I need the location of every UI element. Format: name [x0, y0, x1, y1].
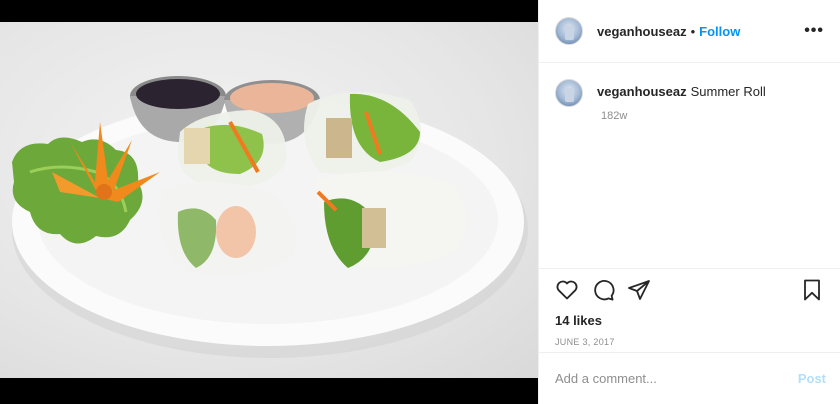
follow-button[interactable]: Follow — [699, 24, 740, 39]
separator-dot: • — [690, 23, 696, 39]
post-photo[interactable] — [0, 22, 538, 378]
comment-bubble-icon[interactable] — [591, 278, 615, 307]
bookmark-icon[interactable] — [800, 278, 824, 307]
caption-section: veganhouseaz Summer Roll 182w — [539, 63, 840, 269]
avatar[interactable] — [555, 17, 583, 45]
comment-bar: Post — [539, 353, 840, 403]
caption-row: veganhouseaz Summer Roll — [555, 79, 824, 107]
post-date: JUNE 3, 2017 — [555, 337, 615, 347]
caption-text: veganhouseaz Summer Roll — [597, 83, 766, 101]
heart-icon[interactable] — [555, 278, 579, 307]
caption-avatar[interactable] — [555, 79, 583, 107]
caption-body: Summer Roll — [690, 84, 766, 99]
post-side-panel: veganhouseaz • Follow ••• veganhouseaz Su… — [538, 0, 840, 404]
paper-plane-icon[interactable] — [627, 278, 651, 307]
actions-section: 14 likes JUNE 3, 2017 — [539, 269, 840, 353]
caption-username-link[interactable]: veganhouseaz — [597, 84, 687, 99]
post-header: veganhouseaz • Follow ••• — [539, 0, 840, 63]
comment-input[interactable] — [555, 370, 798, 386]
summer-roll-photo — [12, 76, 528, 358]
post-comment-button[interactable]: Post — [798, 371, 826, 386]
post-age: 182w — [601, 110, 628, 122]
action-icons — [555, 279, 824, 305]
more-options-icon[interactable]: ••• — [804, 22, 824, 40]
username-link[interactable]: veganhouseaz — [597, 24, 687, 39]
likes-count[interactable]: 14 likes — [555, 313, 824, 328]
post-media — [0, 0, 538, 404]
